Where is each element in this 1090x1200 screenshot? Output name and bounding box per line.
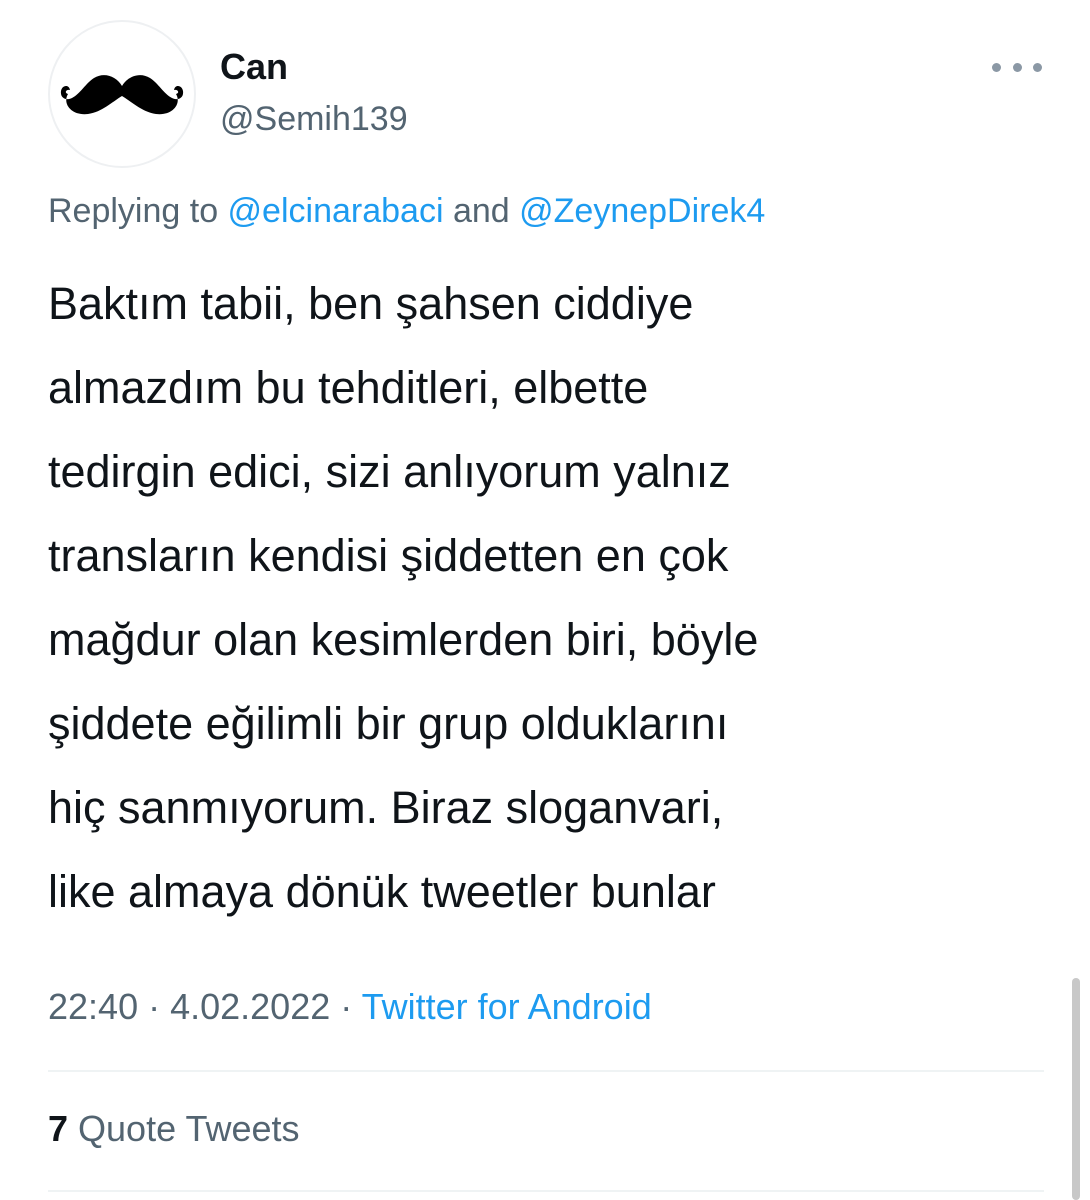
tweet-date[interactable]: 4.02.2022: [170, 986, 330, 1027]
replying-to: Replying to @elcinarabaci and @ZeynepDir…: [48, 192, 765, 231]
tweet-source-link[interactable]: Twitter for Android: [362, 986, 652, 1027]
more-options-button[interactable]: [992, 52, 1042, 82]
quote-count: 7: [48, 1108, 69, 1149]
tweet-meta: 22:40 · 4.02.2022 · Twitter for Android: [48, 986, 652, 1028]
display-name[interactable]: Can: [220, 46, 288, 88]
quote-label: Quote Tweets: [68, 1108, 300, 1149]
user-handle[interactable]: @Semih139: [220, 100, 408, 139]
avatar[interactable]: [48, 20, 196, 168]
divider: [48, 1070, 1044, 1072]
tweet-detail: Can @Semih139 Replying to @elcinarabaci …: [0, 0, 1090, 1200]
replying-prefix: Replying to: [48, 192, 228, 230]
more-dot-icon: [1033, 62, 1042, 72]
mustache-icon: [60, 75, 184, 115]
more-dot-icon: [1012, 62, 1022, 72]
divider: [48, 1190, 1044, 1192]
meta-separator: ·: [138, 986, 171, 1027]
mention-link[interactable]: @elcinarabaci: [228, 192, 444, 230]
more-dot-icon: [992, 62, 1001, 72]
scrollbar[interactable]: [1072, 978, 1080, 1200]
tweet-text: Baktım tabii, ben şahsen ciddiye almazdı…: [48, 278, 759, 917]
meta-separator: ·: [330, 986, 362, 1027]
quote-tweets-stat[interactable]: 7 Quote Tweets: [48, 1108, 300, 1150]
replying-joiner: and: [443, 192, 520, 230]
tweet-time[interactable]: 22:40: [48, 986, 138, 1027]
mention-link[interactable]: @ZeynepDirek4: [519, 192, 765, 230]
